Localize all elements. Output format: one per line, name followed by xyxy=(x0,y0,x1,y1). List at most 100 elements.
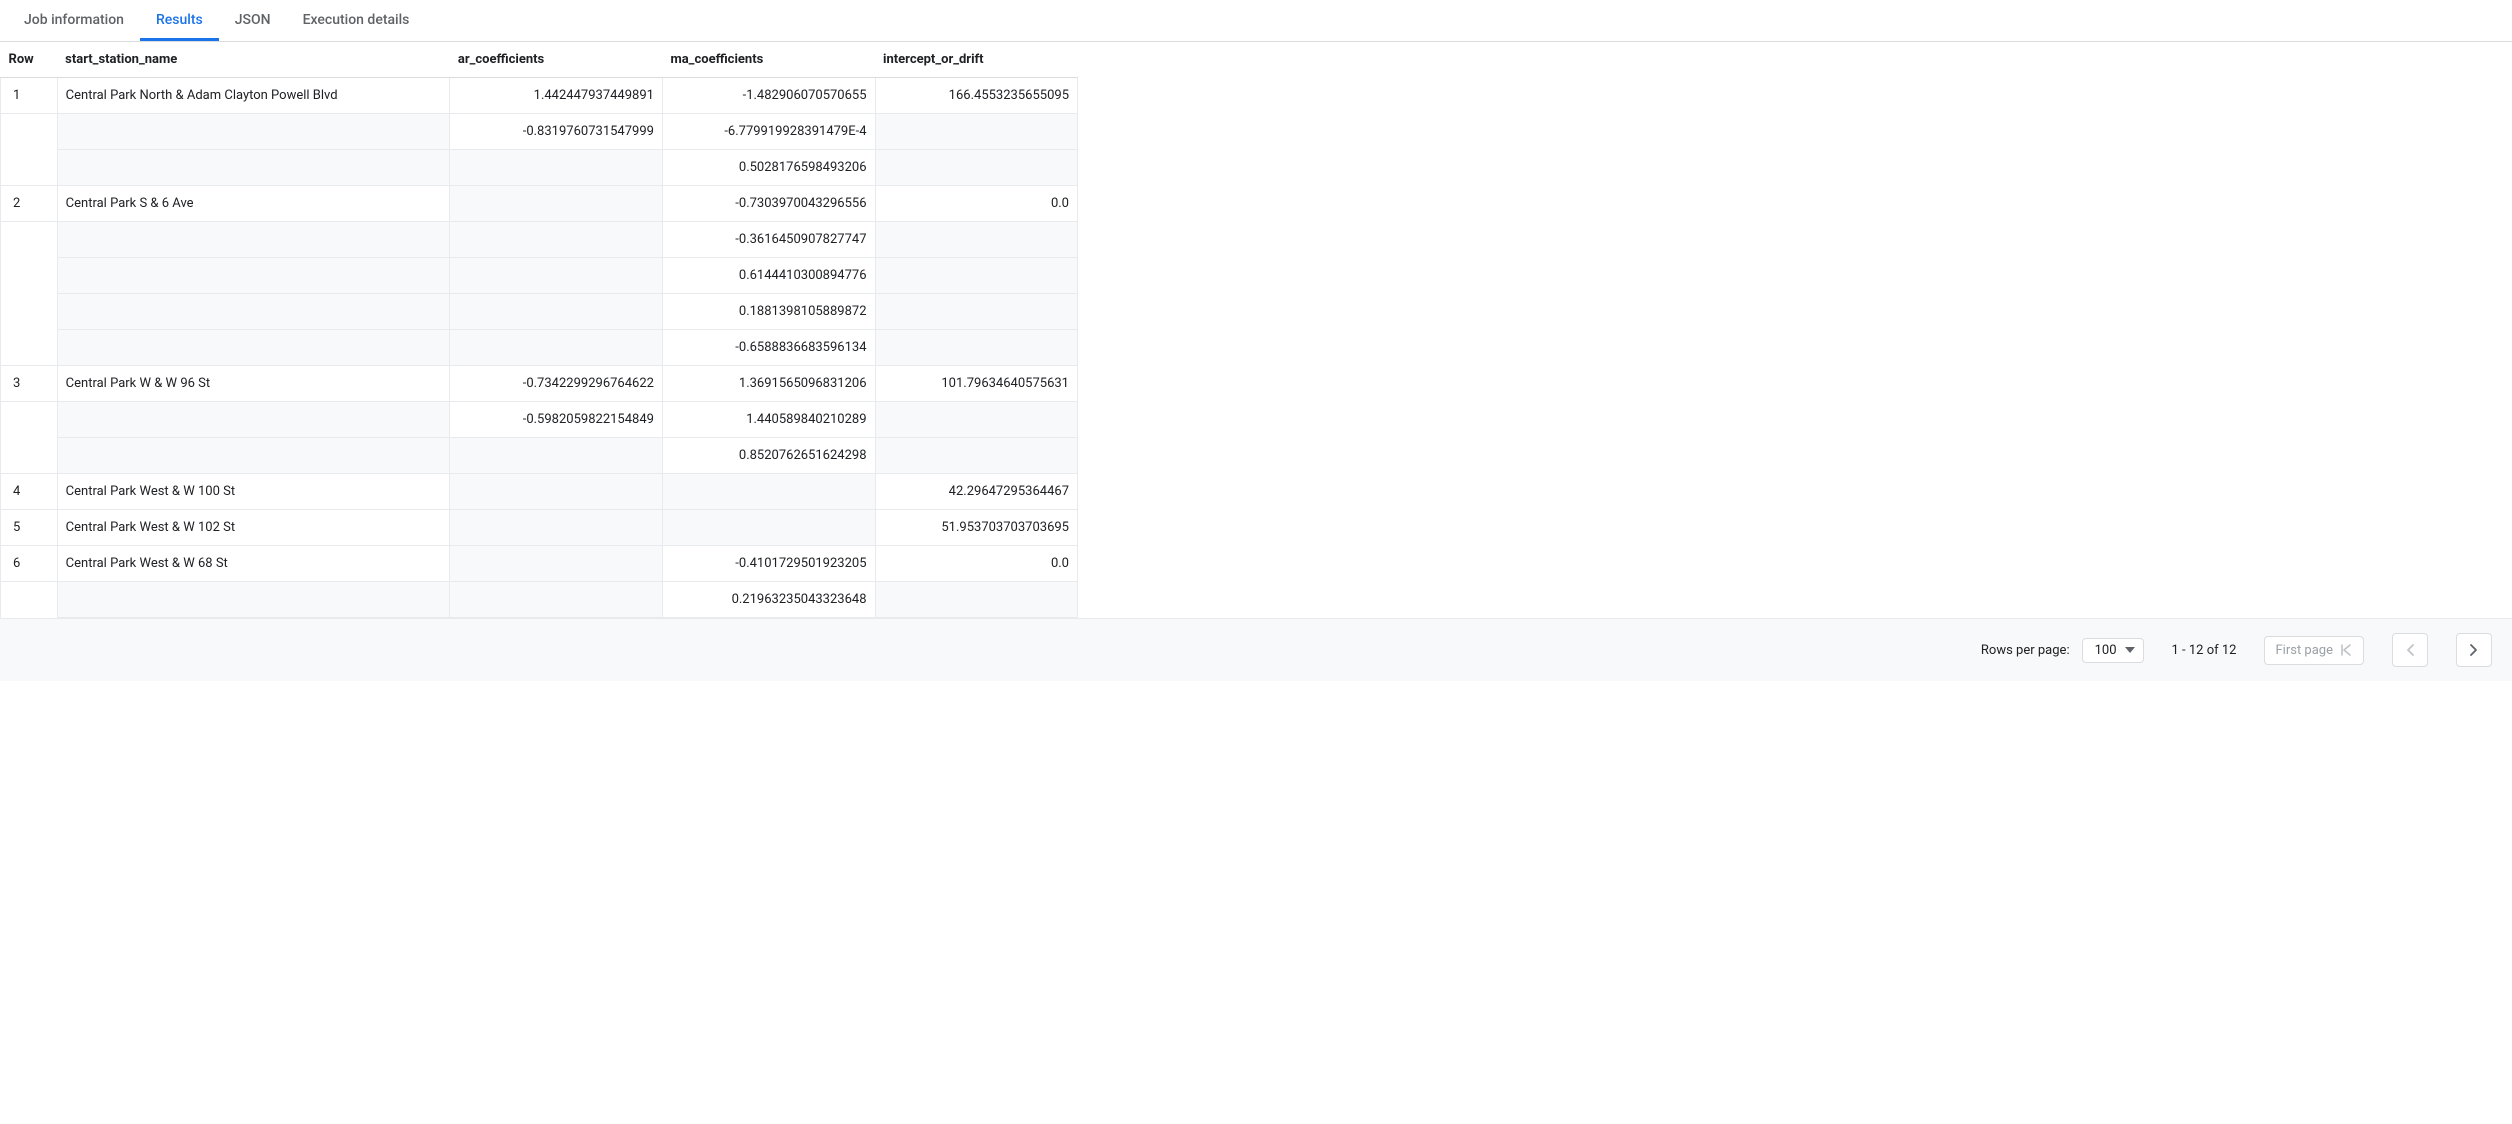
cell-ar-coefficients xyxy=(450,258,663,294)
cell-ma-coefficients: -0.4101729501923205 xyxy=(662,546,875,582)
cell-start-station-name xyxy=(57,150,450,186)
chevron-right-icon xyxy=(2469,643,2479,657)
cell-ma-coefficients: 0.21963235043323648 xyxy=(662,582,875,618)
table-row: 0.1881398105889872 xyxy=(1,294,1078,330)
cell-start-station-name: Central Park West & W 68 St xyxy=(57,546,450,582)
cell-intercept-or-drift xyxy=(875,150,1077,186)
table-row: 4Central Park West & W 100 St 42.29647295… xyxy=(1,474,1078,510)
cell-intercept-or-drift xyxy=(875,330,1077,366)
table-row: 6Central Park West & W 68 St -0.410172950… xyxy=(1,546,1078,582)
row-number xyxy=(1,114,58,150)
row-number xyxy=(1,294,58,330)
cell-start-station-name: Central Park North & Adam Clayton Powell… xyxy=(57,78,450,114)
tab-execution-details[interactable]: Execution details xyxy=(287,0,426,41)
cell-ma-coefficients: 0.1881398105889872 xyxy=(662,294,875,330)
cell-intercept-or-drift xyxy=(875,582,1077,618)
cell-intercept-or-drift: 0.0 xyxy=(875,546,1077,582)
rows-per-page-label: Rows per page: xyxy=(1981,643,2070,658)
cell-start-station-name xyxy=(57,258,450,294)
pagination-range: 1 - 12 of 12 xyxy=(2172,643,2237,658)
table-row: 3Central Park W & W 96 St-0.734229929676… xyxy=(1,366,1078,402)
row-number xyxy=(1,222,58,258)
cell-ar-coefficients xyxy=(450,186,663,222)
tabs: Job informationResultsJSONExecution deta… xyxy=(0,0,2512,42)
cell-start-station-name xyxy=(57,294,450,330)
cell-start-station-name xyxy=(57,402,450,438)
cell-ar-coefficients xyxy=(450,330,663,366)
cell-ma-coefficients: 0.5028176598493206 xyxy=(662,150,875,186)
first-page-button[interactable]: First page xyxy=(2264,636,2364,665)
cell-intercept-or-drift: 101.79634640575631 xyxy=(875,366,1077,402)
cell-start-station-name xyxy=(57,438,450,474)
table-row: 1Central Park North & Adam Clayton Powel… xyxy=(1,78,1078,114)
row-number: 6 xyxy=(1,546,58,582)
table-row: 5Central Park West & W 102 St 51.95370370… xyxy=(1,510,1078,546)
first-page-icon xyxy=(2339,643,2353,657)
cell-intercept-or-drift xyxy=(875,402,1077,438)
cell-start-station-name xyxy=(57,114,450,150)
cell-ar-coefficients xyxy=(450,222,663,258)
table-row: -0.6588836683596134 xyxy=(1,330,1078,366)
rows-per-page-value: 100 xyxy=(2095,643,2117,658)
col-intercept-or-drift[interactable]: intercept_or_drift xyxy=(875,42,1077,78)
table-row: -0.3616450907827747 xyxy=(1,222,1078,258)
row-number: 1 xyxy=(1,78,58,114)
cell-intercept-or-drift: 166.4553235655095 xyxy=(875,78,1077,114)
row-number: 2 xyxy=(1,186,58,222)
col-start-station-name[interactable]: start_station_name xyxy=(57,42,450,78)
cell-intercept-or-drift xyxy=(875,222,1077,258)
cell-intercept-or-drift: 42.29647295364467 xyxy=(875,474,1077,510)
cell-intercept-or-drift: 51.953703703703695 xyxy=(875,510,1077,546)
row-number: 5 xyxy=(1,510,58,546)
cell-ar-coefficients: 1.442447937449891 xyxy=(450,78,663,114)
cell-ar-coefficients xyxy=(450,294,663,330)
first-page-label: First page xyxy=(2275,643,2333,658)
table-footer: Rows per page: 100 1 - 12 of 12 First pa… xyxy=(0,618,2512,681)
cell-ma-coefficients: -0.6588836683596134 xyxy=(662,330,875,366)
cell-ma-coefficients xyxy=(662,474,875,510)
cell-intercept-or-drift xyxy=(875,294,1077,330)
results-table: Row start_station_name ar_coefficients m… xyxy=(0,42,1078,618)
tab-results[interactable]: Results xyxy=(140,0,219,41)
table-row: 0.21963235043323648 xyxy=(1,582,1078,618)
cell-start-station-name: Central Park West & W 102 St xyxy=(57,510,450,546)
cell-start-station-name: Central Park W & W 96 St xyxy=(57,366,450,402)
cell-start-station-name xyxy=(57,330,450,366)
cell-intercept-or-drift xyxy=(875,114,1077,150)
cell-start-station-name: Central Park West & W 100 St xyxy=(57,474,450,510)
cell-start-station-name: Central Park S & 6 Ave xyxy=(57,186,450,222)
cell-ar-coefficients xyxy=(450,150,663,186)
results-table-wrap: Row start_station_name ar_coefficients m… xyxy=(0,42,1078,618)
row-number: 4 xyxy=(1,474,58,510)
prev-page-button[interactable] xyxy=(2392,633,2428,667)
cell-ar-coefficients: -0.7342299296764622 xyxy=(450,366,663,402)
cell-ma-coefficients: 0.6144410300894776 xyxy=(662,258,875,294)
col-ma-coefficients[interactable]: ma_coefficients xyxy=(662,42,875,78)
cell-start-station-name xyxy=(57,222,450,258)
row-number: 3 xyxy=(1,366,58,402)
row-number xyxy=(1,330,58,366)
cell-ar-coefficients xyxy=(450,546,663,582)
next-page-button[interactable] xyxy=(2456,633,2492,667)
cell-intercept-or-drift xyxy=(875,258,1077,294)
tab-job-information[interactable]: Job information xyxy=(8,0,140,41)
cell-ma-coefficients: -0.7303970043296556 xyxy=(662,186,875,222)
col-row[interactable]: Row xyxy=(1,42,58,78)
cell-ar-coefficients: -0.8319760731547999 xyxy=(450,114,663,150)
table-row: 2Central Park S & 6 Ave -0.73039700432965… xyxy=(1,186,1078,222)
table-row: 0.5028176598493206 xyxy=(1,150,1078,186)
row-number xyxy=(1,402,58,438)
row-number xyxy=(1,438,58,474)
cell-ma-coefficients: 1.440589840210289 xyxy=(662,402,875,438)
cell-ma-coefficients: -1.482906070570655 xyxy=(662,78,875,114)
cell-ar-coefficients xyxy=(450,582,663,618)
cell-ma-coefficients xyxy=(662,510,875,546)
rows-per-page-select[interactable]: 100 xyxy=(2082,638,2144,663)
col-ar-coefficients[interactable]: ar_coefficients xyxy=(450,42,663,78)
cell-start-station-name xyxy=(57,582,450,618)
row-number xyxy=(1,582,58,618)
cell-ma-coefficients: 0.8520762651624298 xyxy=(662,438,875,474)
tab-json[interactable]: JSON xyxy=(219,0,287,41)
chevron-down-icon xyxy=(2125,647,2135,653)
cell-ma-coefficients: -0.3616450907827747 xyxy=(662,222,875,258)
